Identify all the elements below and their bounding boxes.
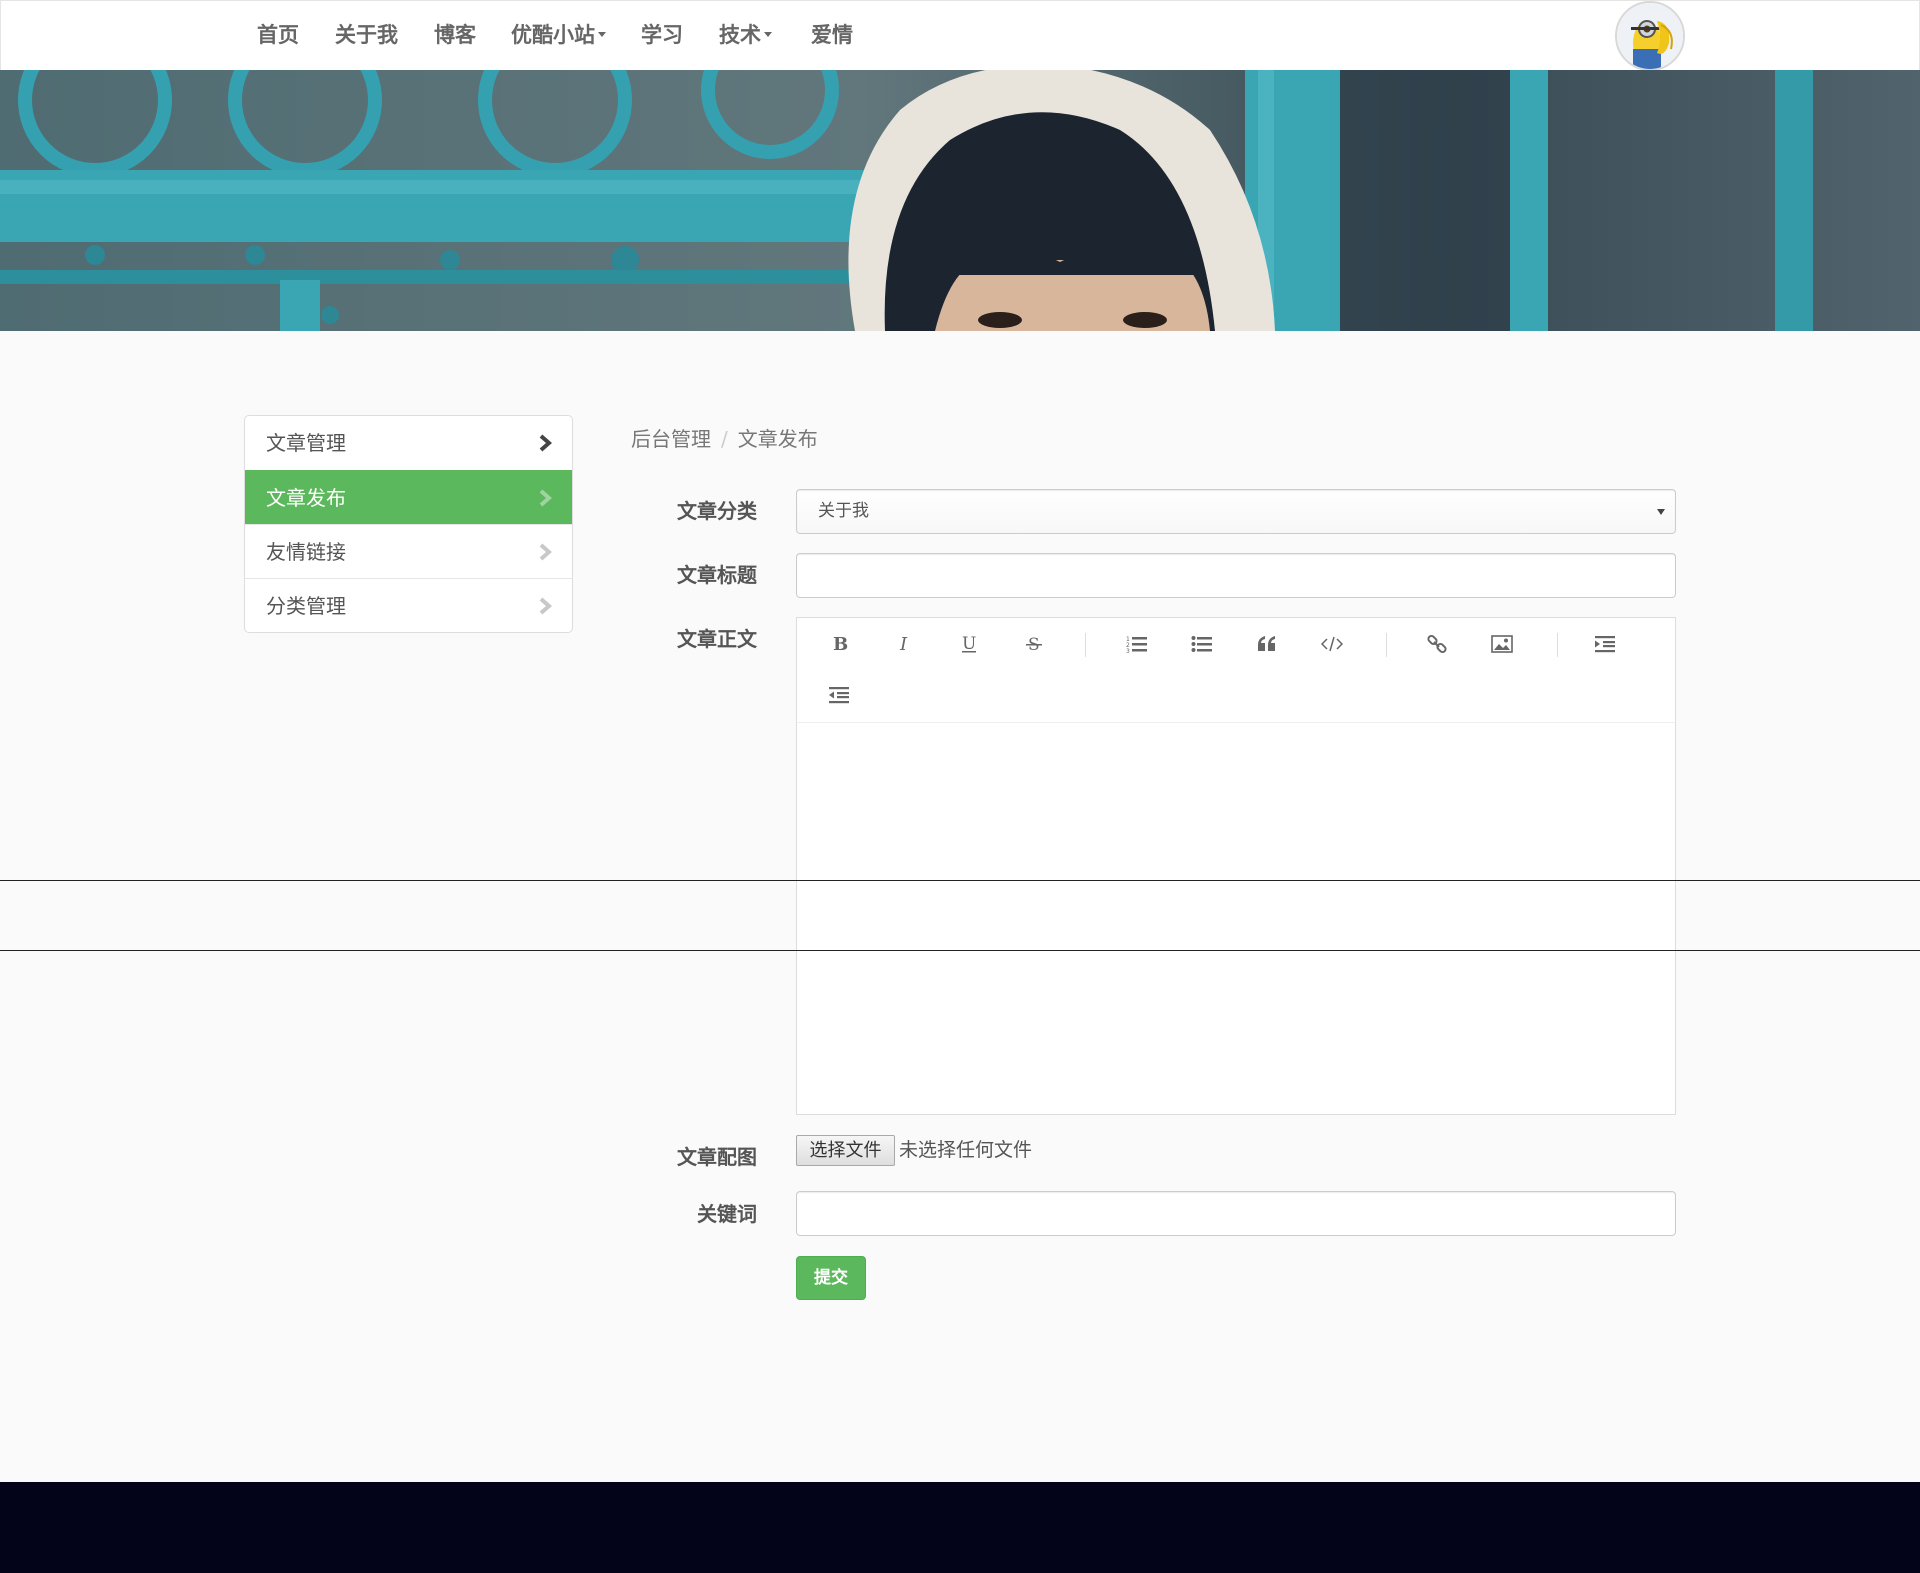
- admin-sidebar: 文章管理 文章发布 友情链接 分类管理: [244, 415, 573, 633]
- image-icon[interactable]: [1482, 624, 1522, 664]
- sidebar-item-label: 友情链接: [266, 540, 346, 564]
- bold-icon[interactable]: B: [819, 624, 859, 664]
- chevron-right-icon: [539, 434, 552, 452]
- nav-label: 爱情: [811, 23, 853, 47]
- editor-toolbar: B I U S 123: [797, 618, 1675, 723]
- blockquote-icon[interactable]: [1247, 624, 1287, 664]
- editor-content-area[interactable]: [797, 723, 1675, 1114]
- nav-label: 首页: [257, 23, 299, 47]
- chevron-right-icon: [539, 597, 552, 615]
- svg-text:3: 3: [1126, 648, 1130, 654]
- nav-label: 学习: [641, 23, 683, 47]
- sidebar-item-friend-links[interactable]: 友情链接: [245, 524, 572, 578]
- horizontal-rule: [0, 880, 1920, 881]
- category-label: 文章分类: [677, 499, 757, 523]
- code-icon[interactable]: [1312, 624, 1352, 664]
- header-banner: [0, 70, 1920, 331]
- sidebar-item-label: 分类管理: [266, 594, 346, 618]
- nav-label: 优酷小站: [511, 23, 595, 47]
- link-icon[interactable]: [1417, 624, 1457, 664]
- ordered-list-icon[interactable]: 123: [1117, 624, 1157, 664]
- horizontal-rule: [0, 950, 1920, 951]
- toolbar-divider: [1386, 633, 1387, 657]
- category-selected-value: 关于我: [818, 501, 869, 521]
- body-label: 文章正文: [677, 627, 757, 651]
- sidebar-item-article-manage[interactable]: 文章管理: [245, 416, 572, 470]
- toolbar-divider: [1557, 633, 1558, 657]
- top-navbar: 首页 关于我 博客 优酷小站 学习 技术 爱情: [0, 0, 1920, 71]
- italic-icon[interactable]: I: [884, 624, 924, 664]
- nav-item-blog[interactable]: 博客: [434, 19, 476, 51]
- file-status-text: 未选择任何文件: [899, 1139, 1033, 1161]
- chevron-right-icon: [539, 543, 552, 561]
- sidebar-item-article-publish[interactable]: 文章发布: [245, 470, 572, 524]
- toolbar-divider: [1085, 633, 1086, 657]
- minion-avatar-icon: [1617, 3, 1683, 69]
- keywords-input[interactable]: [796, 1191, 1676, 1236]
- unordered-list-icon[interactable]: [1182, 624, 1222, 664]
- nav-item-youku[interactable]: 优酷小站: [511, 19, 606, 51]
- nav-item-tech[interactable]: 技术: [719, 19, 772, 51]
- nav-item-study[interactable]: 学习: [641, 19, 683, 51]
- caret-down-icon: [764, 32, 772, 37]
- strikethrough-icon[interactable]: S: [1014, 624, 1054, 664]
- nav-label: 技术: [719, 23, 761, 47]
- nav-item-home[interactable]: 首页: [257, 19, 299, 51]
- breadcrumb-item[interactable]: 后台管理: [631, 427, 711, 451]
- avatar[interactable]: [1615, 1, 1685, 71]
- caret-down-icon: [598, 32, 606, 37]
- image-label: 文章配图: [677, 1145, 757, 1169]
- nav-item-love[interactable]: 爱情: [811, 19, 853, 51]
- breadcrumb-item-current: 文章发布: [737, 427, 818, 451]
- select-arrow-icon: [1657, 509, 1665, 515]
- breadcrumb-separator: /: [721, 427, 728, 451]
- title-input[interactable]: [796, 553, 1676, 598]
- nav-label: 关于我: [335, 23, 398, 47]
- svg-text:I: I: [899, 634, 908, 654]
- chevron-right-icon: [539, 489, 552, 507]
- choose-file-button[interactable]: 选择文件: [796, 1135, 895, 1166]
- nav-label: 博客: [434, 23, 476, 47]
- page-footer: [0, 1482, 1920, 1573]
- breadcrumb: 后台管理 / 文章发布: [631, 424, 818, 454]
- nav-item-about[interactable]: 关于我: [335, 19, 398, 51]
- keywords-label: 关键词: [697, 1202, 757, 1226]
- sidebar-item-label: 文章发布: [266, 486, 346, 510]
- submit-button[interactable]: 提交: [796, 1256, 866, 1300]
- sidebar-item-label: 文章管理: [266, 431, 346, 455]
- svg-text:B: B: [833, 634, 848, 654]
- sidebar-item-category-manage[interactable]: 分类管理: [245, 578, 572, 632]
- category-select[interactable]: 关于我: [796, 489, 1676, 534]
- underline-icon[interactable]: U: [949, 624, 989, 664]
- outdent-icon[interactable]: [819, 675, 859, 715]
- title-label: 文章标题: [677, 563, 757, 587]
- rich-text-editor: B I U S 123: [796, 617, 1676, 1115]
- banner-photo: [0, 70, 1920, 331]
- indent-icon[interactable]: [1585, 624, 1625, 664]
